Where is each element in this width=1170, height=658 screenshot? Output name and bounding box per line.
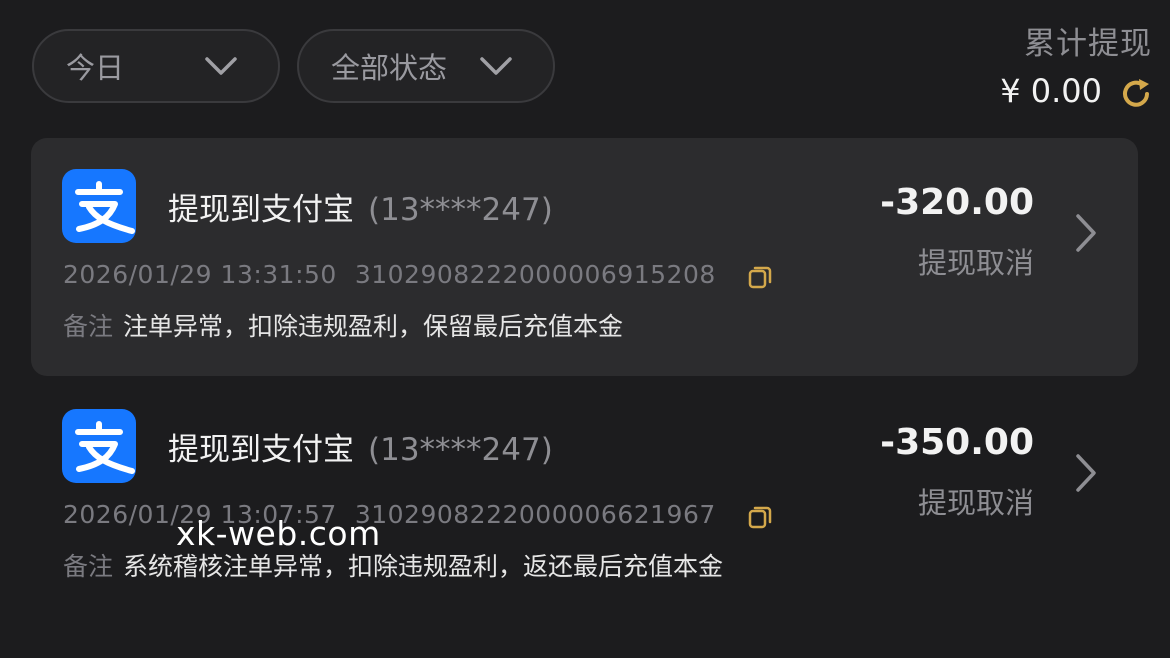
record-datetime: 2026/01/29 13:31:50 <box>63 260 337 289</box>
record-amount: -320.00 <box>880 182 1034 223</box>
watermark-text: xk-web.com <box>176 514 381 553</box>
record-title-text: 提现到支付宝 <box>168 192 354 228</box>
record-note: 备注 注单异常，扣除违规盈利，保留最后充值本金 <box>63 307 623 343</box>
note-label: 备注 <box>63 552 114 581</box>
record-meta: 2026/01/29 13:31:50 310290822200000691520… <box>63 260 716 289</box>
record-title: 提现到支付宝 (13****247) <box>168 424 553 469</box>
record-meta: 2026/01/29 13:07:57 310290822200000662196… <box>63 500 716 529</box>
record-account: (13****247) <box>368 192 553 228</box>
note-label: 备注 <box>63 312 114 341</box>
status-filter-dropdown[interactable]: 全部状态 <box>297 29 555 103</box>
chevron-down-icon <box>480 57 512 75</box>
alipay-logo-icon <box>62 409 136 483</box>
record-title-text: 提现到支付宝 <box>168 432 354 468</box>
copy-icon[interactable] <box>747 504 773 530</box>
withdrawal-record[interactable]: 提现到支付宝 (13****247) -320.00 提现取消 2026/01/2… <box>31 138 1138 376</box>
refresh-icon[interactable] <box>1118 76 1154 112</box>
status-filter-label: 全部状态 <box>331 51 448 85</box>
record-status: 提现取消 <box>917 486 1034 520</box>
copy-icon[interactable] <box>747 264 773 290</box>
record-amount: -350.00 <box>880 422 1034 463</box>
note-text: 注单异常，扣除违规盈利，保留最后充值本金 <box>123 312 624 341</box>
record-note: 备注 系统稽核注单异常，扣除违规盈利，返还最后充值本金 <box>63 547 723 583</box>
total-withdrawn-title: 累计提现 <box>1024 26 1152 62</box>
date-filter-label: 今日 <box>66 51 125 85</box>
record-order-number: 3102908222000006621967 <box>354 500 716 529</box>
record-status: 提现取消 <box>917 246 1034 280</box>
note-text: 系统稽核注单异常，扣除违规盈利，返还最后充值本金 <box>123 552 724 581</box>
withdrawal-record[interactable]: 提现到支付宝 (13****247) -350.00 提现取消 2026/01/2… <box>31 378 1138 616</box>
withdrawal-history-page: 今日 全部状态 累计提现 ¥ 0.00 提现到支付宝 (13****247) -3… <box>0 0 1170 658</box>
total-withdrawn-amount: ¥ 0.00 <box>1000 72 1102 110</box>
chevron-right-icon <box>1076 454 1096 492</box>
chevron-down-icon <box>205 57 237 75</box>
record-order-number: 3102908222000006915208 <box>354 260 716 289</box>
chevron-right-icon <box>1076 214 1096 252</box>
record-title: 提现到支付宝 (13****247) <box>168 184 553 229</box>
record-account: (13****247) <box>368 432 553 468</box>
alipay-logo-icon <box>62 169 136 243</box>
date-filter-dropdown[interactable]: 今日 <box>32 29 280 103</box>
